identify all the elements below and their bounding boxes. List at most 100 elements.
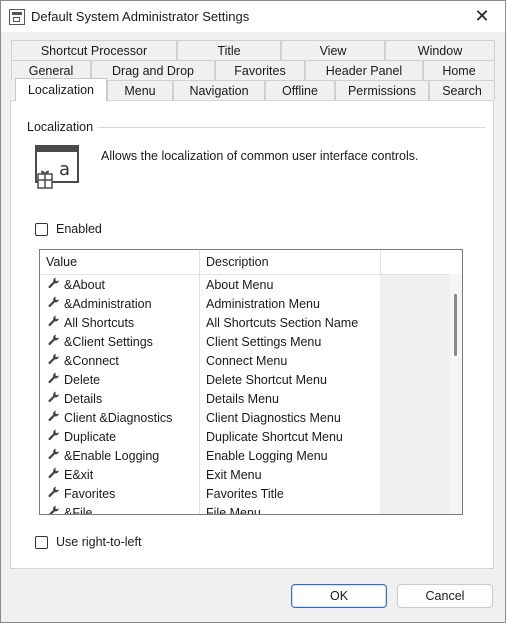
wrench-icon: [48, 353, 64, 368]
wrench-icon: [48, 486, 64, 501]
row-value: Client &Diagnostics: [64, 410, 173, 425]
row-description: About Menu: [206, 277, 274, 292]
window-title: Default System Administrator Settings: [31, 9, 250, 24]
tab-drag-and-drop[interactable]: Drag and Drop: [91, 60, 215, 80]
scrollbar-thumb[interactable]: [454, 294, 457, 356]
row-value-cell: Favorites: [48, 486, 115, 501]
list-row[interactable]: Client &Diagnostics Client Diagnostics Me…: [40, 408, 462, 427]
row-description: Enable Logging Menu: [206, 448, 328, 463]
list-row[interactable]: &Connect Connect Menu: [40, 351, 462, 370]
row-value: Details: [64, 391, 103, 406]
row-description: All Shortcuts Section Name: [206, 315, 359, 330]
row-description: Client Diagnostics Menu: [206, 410, 341, 425]
list-row[interactable]: Duplicate Duplicate Shortcut Menu: [40, 427, 462, 446]
row-value-cell: E&xit: [48, 467, 93, 482]
wrench-icon: [48, 448, 64, 463]
wrench-icon: [48, 315, 64, 330]
wrench-icon: [48, 372, 64, 387]
row-value: Duplicate: [64, 429, 117, 444]
list-row[interactable]: &File File Menu: [40, 503, 462, 515]
row-value-cell: All Shortcuts: [48, 315, 134, 330]
row-value-cell: &File: [48, 505, 93, 515]
tab-favorites[interactable]: Favorites: [215, 60, 305, 80]
row-description: Details Menu: [206, 391, 279, 406]
panel-description: Allows the localization of common user i…: [101, 149, 419, 163]
tab-menu[interactable]: Menu: [107, 80, 173, 100]
tab-navigation[interactable]: Navigation: [173, 80, 265, 100]
wrench-icon: [48, 467, 64, 482]
tab-header-panel[interactable]: Header Panel: [305, 60, 423, 80]
list-row[interactable]: &Administration Administration Menu: [40, 294, 462, 313]
tab-localization[interactable]: Localization: [15, 78, 107, 101]
list-row[interactable]: Favorites Favorites Title: [40, 484, 462, 503]
row-description: Favorites Title: [206, 486, 284, 501]
list-row[interactable]: All Shortcuts All Shortcuts Section Name: [40, 313, 462, 332]
close-button[interactable]: ✕: [459, 1, 505, 32]
settings-window-icon: [9, 8, 25, 25]
ok-button[interactable]: OK: [291, 584, 387, 608]
row-value: &Connect: [64, 353, 119, 368]
list-header: Value Description: [40, 250, 462, 275]
list-row[interactable]: &Client Settings Client Settings Menu: [40, 332, 462, 351]
rtl-checkbox-row[interactable]: Use right-to-left: [35, 535, 141, 549]
row-value-cell: &Connect: [48, 353, 119, 368]
column-header-description[interactable]: Description: [200, 250, 381, 274]
group-divider: [97, 127, 485, 128]
tab-offline[interactable]: Offline: [265, 80, 335, 100]
cancel-button[interactable]: Cancel: [397, 584, 493, 608]
wrench-icon: [48, 334, 64, 349]
row-description: Delete Shortcut Menu: [206, 372, 327, 387]
row-value: Favorites: [64, 486, 116, 501]
list-row[interactable]: &Enable Logging Enable Logging Menu: [40, 446, 462, 465]
tab-title[interactable]: Title: [177, 40, 281, 60]
wrench-icon: [48, 296, 64, 311]
row-value: All Shortcuts: [64, 315, 135, 330]
group-title: Localization: [27, 120, 94, 134]
title-bar: Default System Administrator Settings ✕: [1, 1, 505, 32]
wrench-icon: [48, 429, 64, 444]
localization-panel: Localization a Allows the localization o…: [10, 100, 494, 569]
row-value-cell: Duplicate: [48, 429, 116, 444]
row-value: &Administration: [64, 296, 152, 311]
row-description: Duplicate Shortcut Menu: [206, 429, 343, 444]
column-header-value[interactable]: Value: [40, 250, 200, 274]
row-description: Administration Menu: [206, 296, 320, 311]
row-description: File Menu: [206, 505, 261, 515]
wrench-icon: [48, 277, 64, 292]
localization-list[interactable]: Value Description &About About Menu &Admin…: [39, 249, 463, 515]
tab-view[interactable]: View: [281, 40, 385, 60]
enabled-label: Enabled: [56, 222, 102, 236]
enabled-checkbox[interactable]: [35, 222, 48, 236]
row-description: Connect Menu: [206, 353, 288, 368]
enabled-checkbox-row[interactable]: Enabled: [35, 222, 102, 236]
row-description: Exit Menu: [206, 467, 262, 482]
rtl-label: Use right-to-left: [56, 535, 142, 549]
row-value: &Enable Logging: [64, 448, 160, 463]
tab-permissions[interactable]: Permissions: [335, 80, 429, 100]
list-row[interactable]: &About About Menu: [40, 275, 462, 294]
svg-text:a: a: [59, 159, 70, 180]
tab-shortcut-processor[interactable]: Shortcut Processor: [11, 40, 177, 60]
rtl-checkbox[interactable]: [35, 535, 48, 549]
list-rows: &About About Menu &Administration Administr…: [40, 275, 462, 515]
row-value-cell: &Client Settings: [48, 334, 153, 349]
row-value: &Client Settings: [64, 334, 153, 349]
list-row[interactable]: E&xit Exit Menu: [40, 465, 462, 484]
row-value-cell: Delete: [48, 372, 100, 387]
list-row[interactable]: Details Details Menu: [40, 389, 462, 408]
localization-icon: a: [35, 145, 79, 189]
row-description: Client Settings Menu: [206, 334, 322, 349]
wrench-icon: [48, 391, 64, 406]
list-row[interactable]: Delete Delete Shortcut Menu: [40, 370, 462, 389]
list-scrollbar[interactable]: [450, 274, 462, 514]
tab-window[interactable]: Window: [385, 40, 495, 60]
tab-search[interactable]: Search: [429, 80, 495, 100]
row-value: &File: [64, 505, 93, 515]
tab-home[interactable]: Home: [423, 60, 495, 80]
tab-general[interactable]: General: [11, 60, 91, 80]
row-value-cell: &Enable Logging: [48, 448, 159, 463]
column-header-extra[interactable]: [381, 250, 462, 274]
settings-dialog: Default System Administrator Settings ✕ …: [0, 0, 506, 623]
row-value: E&xit: [64, 467, 94, 482]
wrench-icon: [48, 505, 64, 514]
